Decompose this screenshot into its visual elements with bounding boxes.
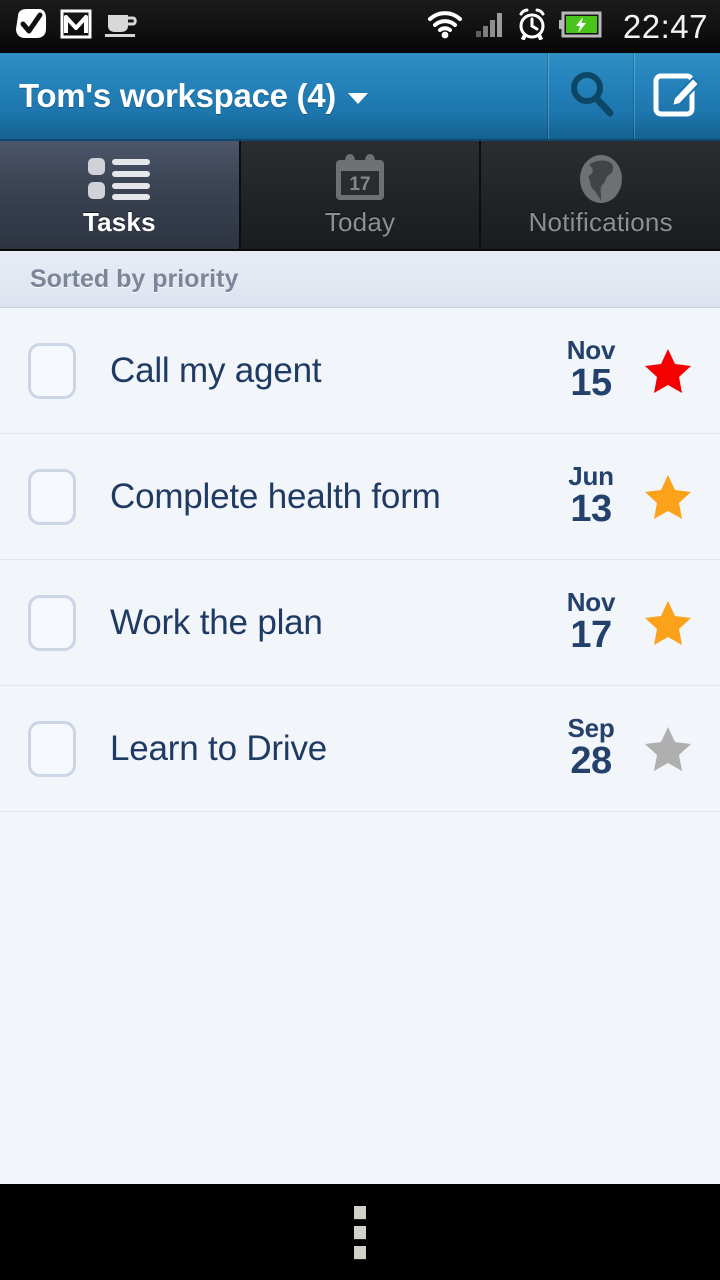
overflow-menu-icon[interactable] [354,1205,366,1259]
table-row[interactable]: Work the plan Nov 17 [0,560,720,686]
main-tab-bar: Tasks 17 Today Notifications [0,141,720,251]
status-bar-right-icons: 22:47 [426,8,708,46]
tab-label-tasks: Tasks [82,206,156,237]
star-icon [645,474,691,519]
sort-bar-label: Sorted by priority [30,264,239,293]
calendar-icon: 17 [332,153,388,205]
wifi-icon [426,9,464,44]
task-list: Call my agent Nov 15 Complete health for… [0,308,720,1184]
due-date-month: Nov [566,586,616,617]
coffee-cup-icon [104,9,140,44]
priority-star-button[interactable] [638,599,698,647]
svg-text:17: 17 [349,174,370,195]
tab-label-notifications: Notifications [528,206,673,237]
task-checkbox[interactable] [28,342,76,399]
overflow-dot [354,1225,366,1239]
priority-star-button[interactable] [638,725,698,773]
compose-icon [652,68,704,125]
checkmark-app-icon [14,7,48,46]
status-bar: 22:47 [0,0,720,53]
task-checkbox[interactable] [28,468,76,525]
workspace-selector[interactable]: Tom's workspace (4) [0,53,548,139]
due-date-day: 15 [570,362,612,405]
cellular-signal-icon [475,10,505,43]
due-date-day: 17 [570,614,612,657]
phone-screen: 22:47 Tom's workspace (4) Tasks 17 Today… [0,0,720,1280]
gmail-icon [60,9,92,44]
app-header-bar: Tom's workspace (4) [0,53,720,141]
star-icon [645,726,691,771]
sort-bar[interactable]: Sorted by priority [0,251,720,308]
tab-notifications[interactable]: Notifications [481,141,720,249]
task-title: Call my agent [110,350,322,390]
status-bar-left-icons [14,7,140,46]
tab-label-today: Today [324,206,396,237]
list-icon [86,153,152,205]
globe-icon [575,153,627,205]
overflow-dot [354,1245,366,1259]
search-icon [566,68,618,125]
task-title: Learn to Drive [110,728,328,768]
page-title: Tom's workspace (4) [19,77,336,114]
task-due-date: Nov 15 [550,334,632,405]
chevron-down-icon [347,93,368,104]
star-icon [645,348,691,393]
due-date-day: 28 [570,740,612,783]
task-title: Complete health form [110,476,441,516]
task-due-date: Sep 28 [550,712,632,783]
table-row[interactable]: Learn to Drive Sep 28 [0,686,720,812]
task-title: Work the plan [110,602,323,642]
compose-task-button[interactable] [633,53,720,139]
priority-star-button[interactable] [638,347,698,395]
task-checkbox[interactable] [28,594,76,651]
due-date-month: Sep [567,712,615,743]
due-date-month: Jun [568,460,614,491]
tab-tasks[interactable]: Tasks [0,141,241,249]
task-due-date: Nov 17 [550,586,632,657]
overflow-dot [354,1205,366,1219]
task-checkbox[interactable] [28,720,76,777]
tab-today[interactable]: 17 Today [240,141,482,249]
search-button[interactable] [547,53,634,139]
battery-charging-icon [558,11,603,43]
due-date-month: Nov [566,334,616,365]
alarm-clock-icon [516,8,548,45]
table-row[interactable]: Complete health form Jun 13 [0,434,720,560]
due-date-day: 13 [570,488,612,531]
status-bar-clock: 22:47 [622,7,708,45]
table-row[interactable]: Call my agent Nov 15 [0,308,720,434]
system-navigation-bar [0,1184,720,1280]
priority-star-button[interactable] [638,473,698,521]
star-icon [645,600,691,645]
task-due-date: Jun 13 [550,460,632,531]
